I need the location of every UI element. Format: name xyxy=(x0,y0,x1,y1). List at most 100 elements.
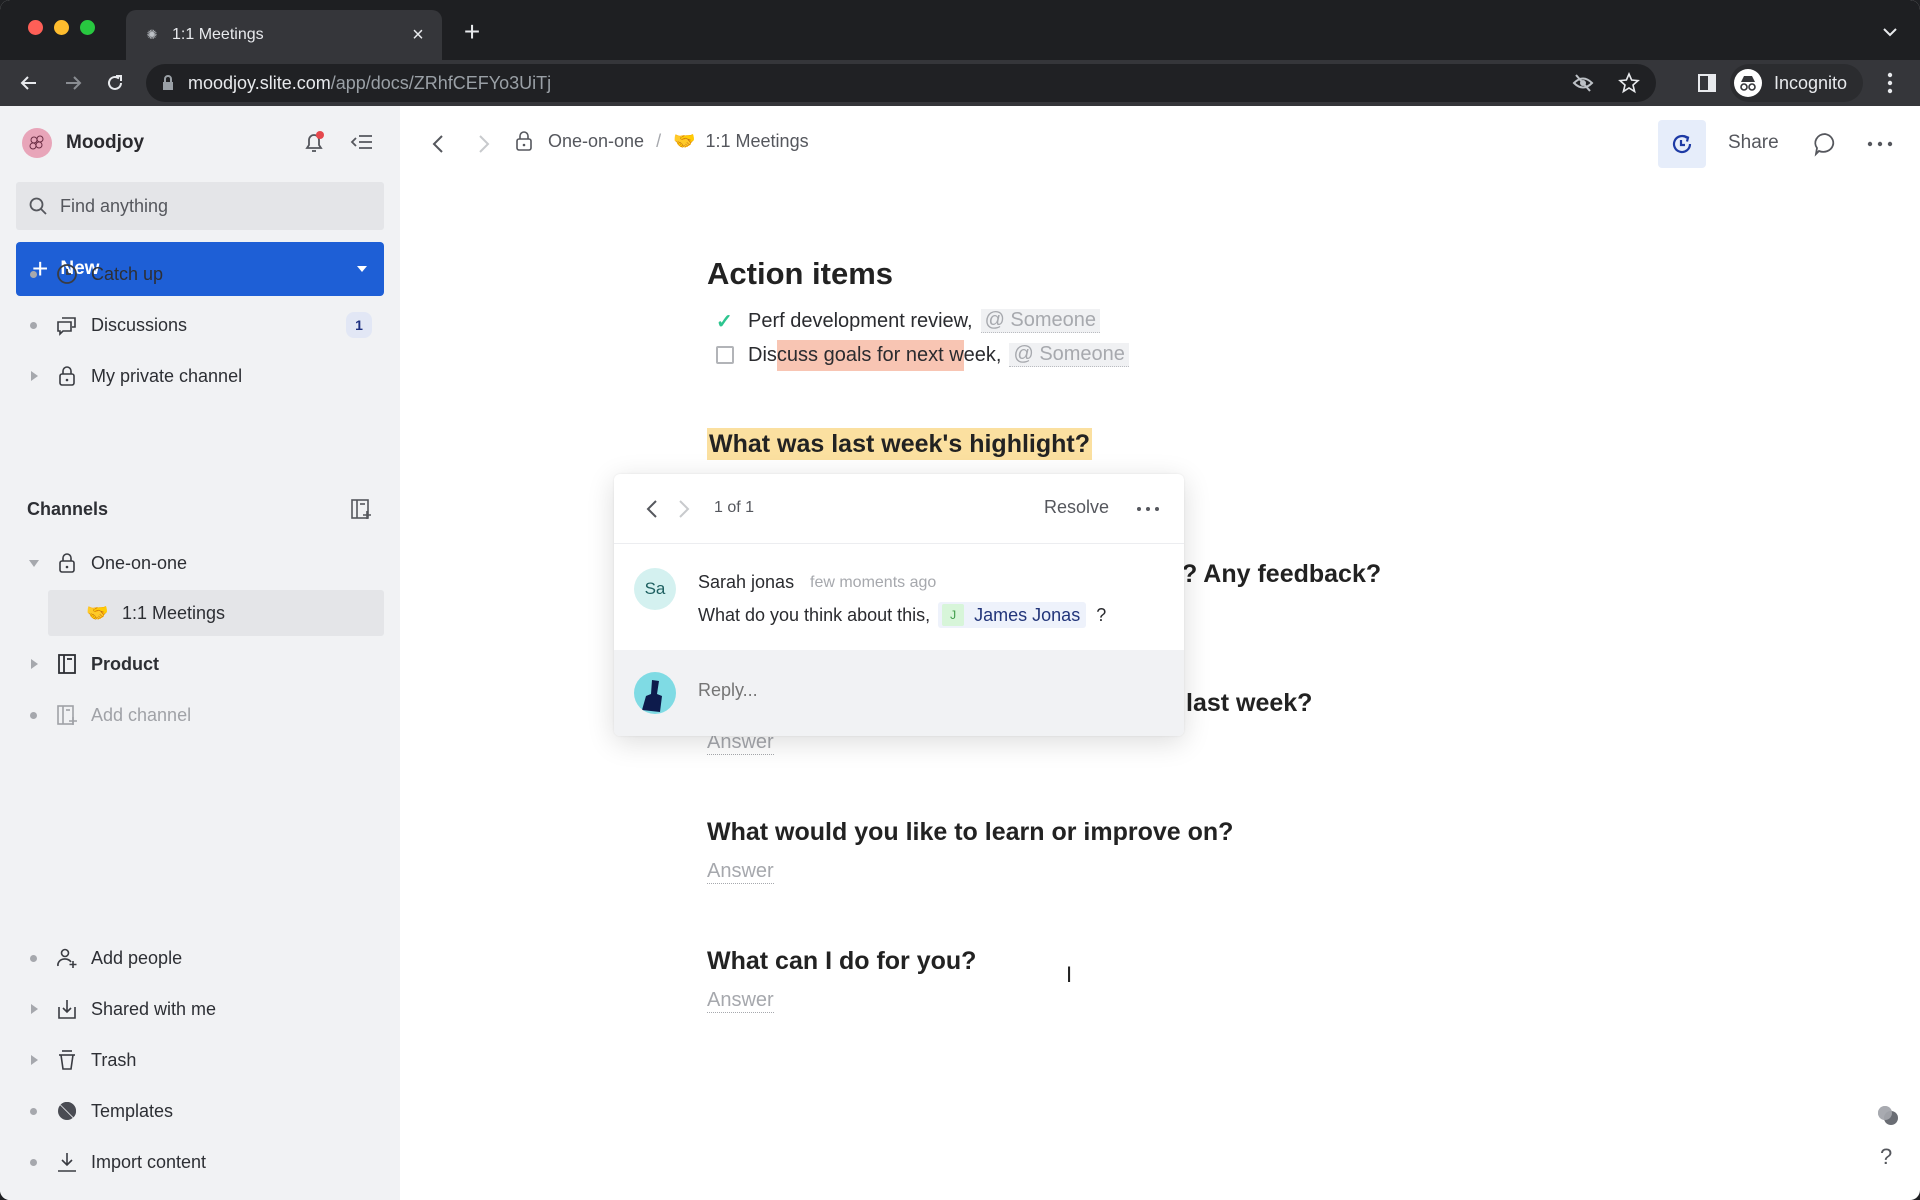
commenter-avatar: Sa xyxy=(634,568,676,610)
mention-chip[interactable]: @ Someone xyxy=(1009,343,1129,367)
forward-button[interactable] xyxy=(58,68,88,98)
add-channel-icon[interactable] xyxy=(350,498,372,520)
highlighted-question[interactable]: What was last week's highlight? xyxy=(707,428,1093,460)
tab-search-chevron-icon[interactable] xyxy=(1880,22,1900,42)
inbox-download-icon xyxy=(56,998,78,1020)
sidebar-item-label: Catch up xyxy=(91,263,164,284)
sidebar-item-my-private-channel[interactable]: My private channel xyxy=(0,354,400,398)
bullet-icon xyxy=(30,711,37,719)
comment-counter: 1 of 1 xyxy=(714,499,755,516)
search-placeholder: Find anything xyxy=(60,195,169,216)
expand-arrow-icon[interactable] xyxy=(31,1055,38,1065)
close-window-button[interactable] xyxy=(28,20,43,35)
checkmark-icon[interactable]: ✓ xyxy=(716,309,734,334)
sidebar-item-trash[interactable]: Trash xyxy=(0,1038,400,1082)
sidebar-item-add-people[interactable]: Add people xyxy=(0,936,400,980)
breadcrumb-separator: / xyxy=(656,130,662,151)
reload-icon xyxy=(108,75,122,90)
sidebar-item-label: My private channel xyxy=(91,365,243,386)
history-button[interactable] xyxy=(1658,120,1706,168)
expand-arrow-icon[interactable] xyxy=(31,1004,38,1014)
comment-text: What do you think about this, xyxy=(698,604,931,625)
reply-input[interactable] xyxy=(698,680,1158,701)
address-bar[interactable]: moodjoy.slite.com/app/docs/ZRhfCEFYo3UiT… xyxy=(146,64,1656,102)
profile-label: Incognito xyxy=(1774,72,1848,93)
side-panel-icon[interactable] xyxy=(1698,74,1716,92)
todo-item[interactable]: ✓ Perf development review, @ Someone xyxy=(716,306,1101,336)
workspace-name: Moodjoy xyxy=(66,132,145,153)
sidebar-item-shared-with-me[interactable]: Shared with me xyxy=(0,987,400,1031)
tab-title: 1:1 Meetings xyxy=(172,26,264,43)
browser-tab[interactable]: ✺ 1:1 Meetings × xyxy=(126,10,442,60)
breadcrumb-parent-link[interactable]: One-on-one xyxy=(548,131,644,152)
share-button[interactable]: Share xyxy=(1728,132,1779,154)
text-cursor-icon: I xyxy=(1066,962,1073,987)
collapse-arrow-icon[interactable] xyxy=(29,559,39,567)
doc-forward-icon[interactable] xyxy=(474,132,494,156)
sidebar-item-discussions[interactable]: Discussions 1 xyxy=(0,303,400,347)
back-button[interactable] xyxy=(14,68,44,98)
search-input[interactable]: Find anything xyxy=(16,182,384,230)
resolve-button[interactable]: Resolve xyxy=(1044,497,1109,518)
sidebar-item-label: One-on-one xyxy=(91,552,188,573)
question-heading: What can I do for you? xyxy=(707,947,977,975)
bookmark-star-icon[interactable] xyxy=(1618,72,1640,94)
sidebar-item-label: Templates xyxy=(91,1100,174,1121)
action-items-heading: Action items xyxy=(707,256,894,291)
sidebar-item-import-content[interactable]: Import content xyxy=(0,1140,400,1184)
checkbox[interactable] xyxy=(716,346,734,364)
close-tab-icon[interactable]: × xyxy=(408,24,428,46)
unread-count-badge: 1 xyxy=(346,312,372,338)
incognito-profile-button[interactable]: Incognito xyxy=(1730,64,1864,102)
bullet-icon xyxy=(30,954,37,962)
comment-more-icon[interactable] xyxy=(1136,504,1160,514)
maximize-window-button[interactable] xyxy=(80,20,95,35)
collapse-sidebar-icon[interactable] xyxy=(350,132,374,152)
import-icon xyxy=(56,1151,78,1173)
help-button[interactable]: ? xyxy=(1880,1144,1892,1170)
more-options-icon[interactable] xyxy=(1866,136,1894,152)
lock-icon xyxy=(514,130,534,152)
todo-text: Perf development review, xyxy=(748,309,973,332)
bullet-icon xyxy=(30,1158,37,1166)
sidebar-doc-1-1-meetings[interactable]: 🤝 1:1 Meetings xyxy=(0,591,400,635)
current-user-avatar xyxy=(634,672,676,714)
todo-item[interactable]: Dis cuss goals for next w eek, @ Someone xyxy=(716,339,1129,371)
mention-avatar: J xyxy=(942,604,965,626)
new-tab-button[interactable]: + xyxy=(458,18,486,46)
sidebar-add-channel[interactable]: Add channel xyxy=(0,693,400,737)
eye-off-icon[interactable] xyxy=(1572,73,1594,93)
sidebar-item-templates[interactable]: Templates xyxy=(0,1089,400,1133)
next-comment-icon[interactable] xyxy=(676,498,692,520)
commented-highlight[interactable]: cuss goals for next w xyxy=(776,339,964,371)
arrow-left-icon xyxy=(20,76,36,90)
mention-name: James Jonas xyxy=(974,604,1081,625)
answer-placeholder[interactable]: Answer xyxy=(707,860,774,884)
previous-comment-icon[interactable] xyxy=(644,498,660,520)
sidebar-item-catch-up[interactable]: Catch up xyxy=(0,252,400,296)
workspace-switcher[interactable]: Moodjoy xyxy=(22,128,144,158)
mention-chip[interactable]: @ Someone xyxy=(980,309,1101,333)
minimize-window-button[interactable] xyxy=(54,20,69,35)
expand-arrow-icon[interactable] xyxy=(31,371,38,381)
doc-back-icon[interactable] xyxy=(428,132,448,156)
sidebar-channel-product[interactable]: Product xyxy=(0,642,400,686)
user-mention-chip[interactable]: J James Jonas xyxy=(938,602,1087,628)
expand-arrow-icon[interactable] xyxy=(31,659,38,669)
question-heading-partial: last week? xyxy=(1186,689,1313,717)
reload-button[interactable] xyxy=(100,68,130,98)
browser-menu-icon[interactable] xyxy=(1884,71,1896,95)
sidebar-item-label: Trash xyxy=(91,1049,137,1070)
answer-placeholder[interactable]: Answer xyxy=(707,989,774,1013)
presence-bubbles-icon[interactable] xyxy=(1876,1104,1900,1128)
lock-icon xyxy=(56,365,78,387)
url-host: moodjoy.slite.com xyxy=(188,72,331,93)
sidebar-channel-one-on-one[interactable]: One-on-one xyxy=(0,541,400,585)
browser-toolbar: moodjoy.slite.com/app/docs/ZRhfCEFYo3UiT… xyxy=(0,60,1920,106)
lock-icon xyxy=(163,75,173,90)
notifications-bell-icon[interactable] xyxy=(302,130,326,154)
channels-heading: Channels xyxy=(27,499,109,519)
bullet-icon xyxy=(30,1107,37,1115)
breadcrumb-current[interactable]: 1:1 Meetings xyxy=(706,131,809,152)
comment-icon[interactable] xyxy=(1812,131,1838,157)
